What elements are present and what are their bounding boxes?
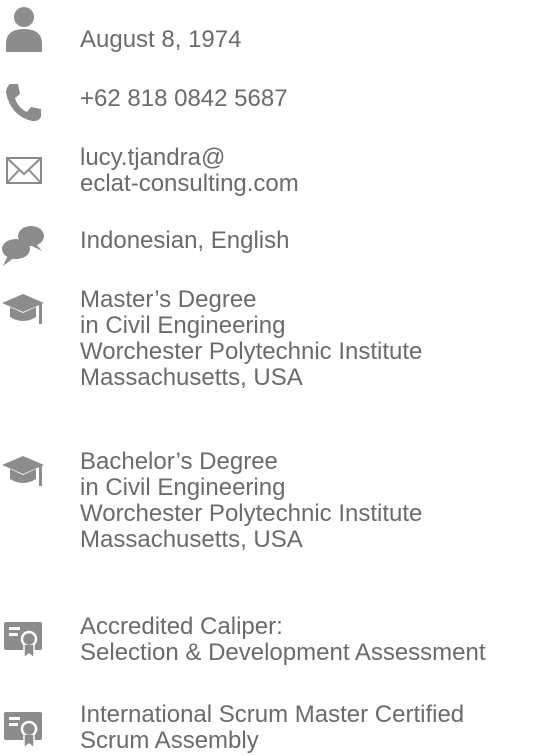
certification-item: International Scrum Master Certified Scr… [0,700,540,756]
phone-row: +62 818 0842 5687 [0,78,540,122]
certification-text: International Scrum Master Certified Scr… [80,701,465,754]
certification-text: Accredited Caliper: Selection & Developm… [80,613,486,666]
email-row: lucy.tjandra@ eclat-consulting.com [0,140,540,210]
education-item: Master’s Degree in Civil Engineering Wor… [0,287,540,407]
birthdate-row: August 8, 1974 [0,0,540,60]
certificate-icon [4,712,42,750]
phone-icon [6,84,41,122]
education-item: Bachelor’s Degree in Civil Engineering W… [0,449,540,569]
email-address: lucy.tjandra@ eclat-consulting.com [80,144,299,197]
birthdate-text: August 8, 1974 [80,26,242,53]
speech-bubbles-icon [2,226,44,266]
graduation-cap-icon [2,294,44,324]
education-text: Master’s Degree in Civil Engineering Wor… [80,286,423,391]
education-text: Bachelor’s Degree in Civil Engineering W… [80,448,423,553]
graduation-cap-icon [2,456,44,486]
languages-row: Indonesian, English [0,218,540,268]
certification-item: Accredited Caliper: Selection & Developm… [0,612,540,672]
phone-number: +62 818 0842 5687 [80,85,288,112]
certificate-icon [4,622,42,660]
languages-text: Indonesian, English [80,227,290,254]
envelope-icon [6,157,42,184]
person-icon [6,7,42,52]
